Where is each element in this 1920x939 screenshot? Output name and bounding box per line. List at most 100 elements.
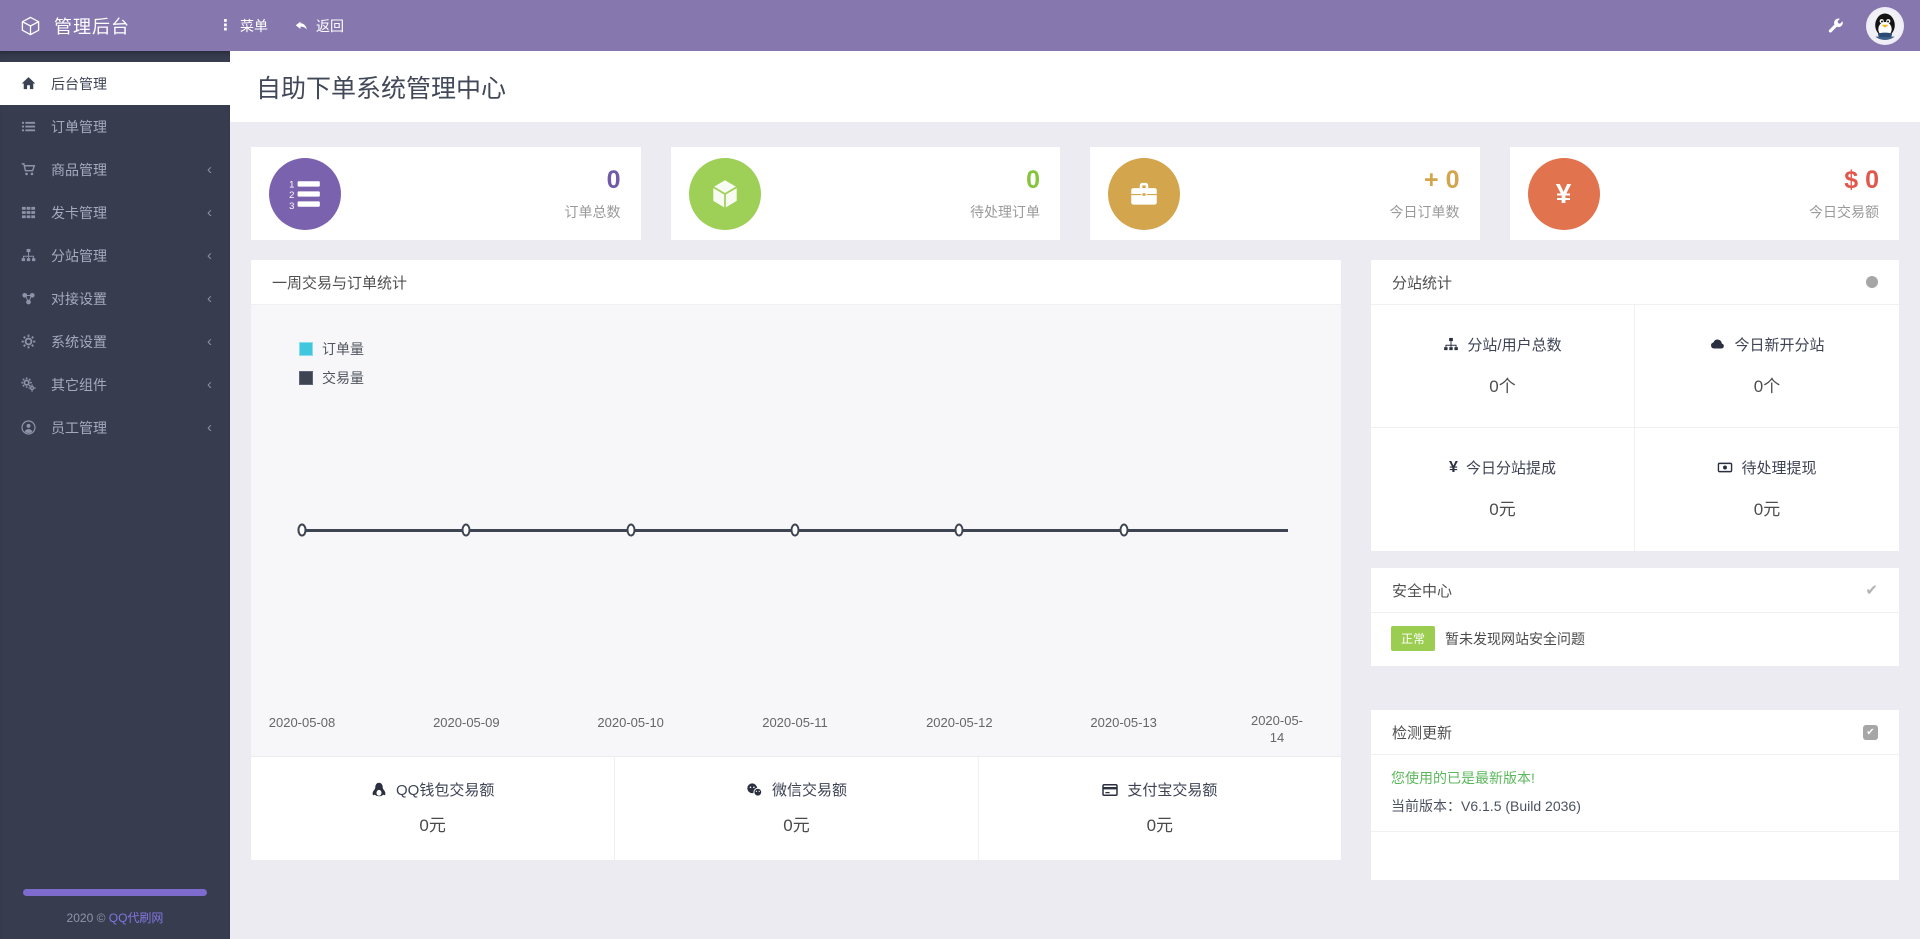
update-panel-footer [1371,832,1899,880]
stat-value: 0 [1026,165,1040,194]
version-value: V6.1.5 (Build 2036) [1461,798,1581,814]
stat-label: 今日交易额 [1809,203,1879,220]
sidebar-item-api[interactable]: 对接设置 ‹ [0,277,230,320]
update-check-panel: 检测更新 ✔ 您使用的已是最新版本! 当前版本：V6.1.5 (Build 20… [1371,710,1899,880]
sidebar-item-orders[interactable]: 订单管理 [0,105,230,148]
payment-label: QQ钱包交易额 [395,782,495,799]
substation-label: 今日新开分站 [1734,337,1825,354]
sidebar-item-cards[interactable]: 发卡管理 ‹ [0,191,230,234]
status-badge: 正常 [1391,626,1436,651]
sidebar-item-settings[interactable]: 系统设置 ‹ [0,320,230,363]
cogs-icon [19,377,37,392]
wrench-icon[interactable] [1827,17,1844,34]
chevron-left-icon: ‹ [207,204,212,221]
payment-value: 0元 [1146,816,1174,835]
briefcase-icon [1108,157,1180,230]
brand-logo[interactable]: 管理后台 [0,13,218,39]
qq-penguin-icon [371,782,387,798]
cart-icon [19,162,37,177]
gear-icon [19,334,37,349]
security-panel-title: 安全中心 [1392,582,1453,600]
payment-cell-wechat: 微信交易额 0元 [614,757,977,860]
ordered-list-icon: 123 [269,157,341,230]
site-link[interactable]: QQ代刷网 [109,911,164,925]
grid-icon [19,205,37,220]
substation-cell-commission: ¥ 今日分站提成 0元 [1371,428,1635,551]
chart-marker [790,523,800,537]
yen-icon: ¥ [1527,157,1600,230]
payment-value: 0元 [783,816,810,835]
line-chart: 订单量 交易量 2020-05-08 2020-05-09 2020-05-10… [251,305,1341,756]
substation-stats-panel: 分站统计 分站/用户总数 0个 今日新开分站 0个 ¥ 今日分站提成 0元 待处… [1371,260,1899,551]
substation-label: 待处理提现 [1741,460,1817,477]
status-dot-icon[interactable] [1866,276,1878,288]
substation-cell-total: 分站/用户总数 0个 [1371,305,1635,428]
stat-label: 今日订单数 [1389,203,1460,220]
stat-card-total-orders: 123 0 订单总数 [251,147,641,240]
substation-cell-withdrawals: 待处理提现 0元 [1635,428,1899,551]
chart-marker [297,523,307,537]
user-avatar[interactable] [1866,6,1904,45]
version-label: 当前版本： [1391,798,1461,814]
sitemap-icon [1443,337,1459,352]
x-tick-label: 2020-05-14 [1250,712,1304,746]
stat-value: + 0 [1424,165,1460,194]
substation-label: 今日分站提成 [1465,460,1556,477]
reply-arrow-icon [294,19,309,33]
chart-marker [626,523,636,537]
x-tick-label: 2020-05-11 [762,715,828,730]
page-header: 自助下单系统管理中心 [230,51,1920,122]
brand-title: 管理后台 [54,16,130,37]
checkbox-icon[interactable]: ✔ [1863,724,1878,740]
cube-icon [688,157,761,230]
back-button[interactable]: 返回 [294,16,344,36]
stat-card-pending-orders: 0 待处理订单 [670,147,1060,240]
sidebar-item-products[interactable]: 商品管理 ‹ [0,148,230,191]
update-status: 您使用的已是最新版本! [1391,770,1535,786]
back-button-label: 返回 [316,17,344,34]
svg-text:1: 1 [289,179,294,190]
chevron-left-icon: ‹ [207,290,212,307]
chevron-left-icon: ‹ [207,419,212,436]
sidebar-item-dashboard[interactable]: 后台管理 [0,62,230,105]
chevron-left-icon: ‹ [207,333,212,350]
x-tick-label: 2020-05-09 [433,715,500,730]
update-panel-title: 检测更新 [1392,724,1453,742]
menu-button-label: 菜单 [240,17,268,34]
chevron-left-icon: ‹ [207,161,212,178]
payment-label: 支付宝交易额 [1127,782,1218,799]
topbar: 管理后台 ⋮ 菜单 返回 [0,0,1920,51]
sitemap-icon [19,248,37,263]
svg-text:3: 3 [289,200,294,210]
main-area: 自助下单系统管理中心 123 0 订单总数 0 待处理订单 + 0 今日订单数 … [230,51,1920,939]
x-tick-label: 2020-05-13 [1090,715,1157,730]
payment-cell-qq: QQ钱包交易额 0元 [251,757,614,860]
cube-logo-icon [20,16,41,36]
stat-value: $ 0 [1844,165,1879,194]
substation-cell-new-today: 今日新开分站 0个 [1635,305,1899,428]
check-icon[interactable]: ✔ [1865,581,1878,599]
cloud-icon [1709,337,1726,352]
yen-icon: ¥ [1449,458,1458,476]
chart-marker [1119,523,1129,537]
sidebar-item-substations[interactable]: 分站管理 ‹ [0,234,230,277]
money-icon [1717,460,1733,475]
x-tick-label: 2020-05-12 [926,715,993,730]
sidebar-progress-bar [23,889,207,896]
x-tick-label: 2020-05-08 [268,715,336,730]
substation-value: 0个 [1489,377,1516,396]
sidebar-footer: 2020 © QQ代刷网 [0,889,230,926]
sidebar-menu: 后台管理 订单管理 商品管理 ‹ 发卡管理 ‹ 分站管理 ‹ 对接设置 ‹ 系统… [0,51,230,449]
substation-label: 分站/用户总数 [1467,337,1562,354]
menu-button[interactable]: ⋮ 菜单 [218,16,268,36]
chart-plot-area: 2020-05-08 2020-05-09 2020-05-10 2020-05… [269,305,1303,756]
security-message: 暂未发现网站安全问题 [1445,630,1586,647]
sidebar-item-components[interactable]: 其它组件 ‹ [0,363,230,406]
stat-label: 订单总数 [564,203,621,220]
substation-panel-title: 分站统计 [1392,274,1453,292]
chart-panel-title: 一周交易与订单统计 [272,274,408,292]
stat-value: 0 [606,165,621,194]
sidebar-item-staff[interactable]: 员工管理 ‹ [0,406,230,449]
ellipsis-v-icon: ⋮ [218,17,233,34]
stat-label: 待处理订单 [970,203,1040,220]
